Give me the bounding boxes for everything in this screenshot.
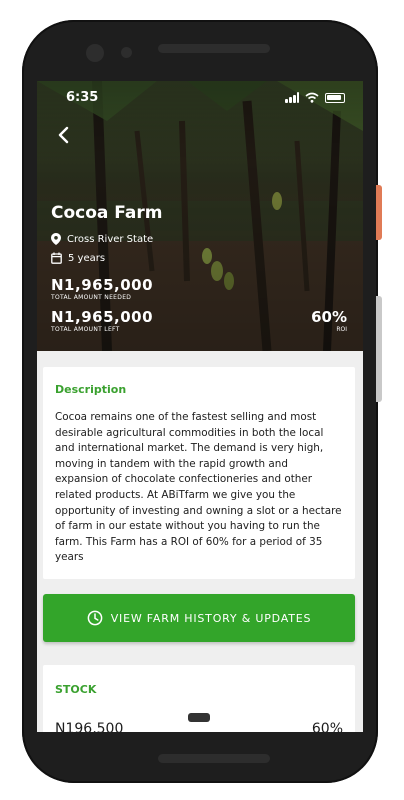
farm-duration: 5 years (51, 252, 105, 264)
description-body: Cocoa remains one of the fastest selling… (55, 411, 342, 564)
total-left-label: TOTAL AMOUNT LEFT (51, 326, 120, 333)
map-pin-icon (51, 233, 61, 245)
stock-percent: 60% (311, 721, 343, 732)
total-left-value: N1,965,000 (51, 308, 154, 326)
phone-volume-button (376, 296, 382, 402)
signal-icon (285, 92, 299, 103)
farm-hero: 6:35 Cocoa Farm Cross River State 5 year… (37, 81, 363, 351)
wifi-icon (305, 92, 319, 103)
view-farm-history-label: VIEW FARM HISTORY & UPDATES (110, 611, 312, 625)
total-needed-value: N1,965,000 (51, 276, 154, 294)
back-button[interactable] (49, 121, 77, 149)
app-screen: 6:35 Cocoa Farm Cross River State 5 year… (37, 81, 363, 732)
roi-value: 60% (311, 308, 347, 326)
view-farm-history-button[interactable]: VIEW FARM HISTORY & UPDATES (43, 594, 355, 642)
farm-duration-text: 5 years (68, 252, 106, 264)
stock-amount: N196,500 (55, 721, 124, 732)
status-icons (285, 92, 345, 103)
stock-title: STOCK (55, 683, 97, 696)
roi-label: ROI (336, 326, 347, 333)
home-indicator[interactable] (188, 713, 210, 722)
earpiece-speaker (158, 44, 270, 53)
farm-location-text: Cross River State (67, 233, 154, 245)
farm-location: Cross River State (51, 233, 153, 245)
total-needed-label: TOTAL AMOUNT NEEDED (51, 294, 132, 301)
battery-icon (325, 92, 345, 103)
calendar-icon (51, 252, 62, 264)
front-camera (86, 44, 104, 62)
farm-title: Cocoa Farm (51, 203, 163, 223)
front-sensor (121, 47, 132, 58)
chevron-left-icon (58, 126, 69, 144)
description-title: Description (55, 383, 127, 396)
description-card: Description Cocoa remains one of the fas… (43, 367, 355, 579)
stock-row: N196,500 60% (55, 721, 343, 732)
clock-icon (87, 610, 103, 626)
bottom-speaker (158, 754, 270, 763)
status-bar: 6:35 (37, 87, 363, 109)
status-time: 6:35 (66, 90, 99, 105)
phone-power-button (376, 185, 382, 240)
